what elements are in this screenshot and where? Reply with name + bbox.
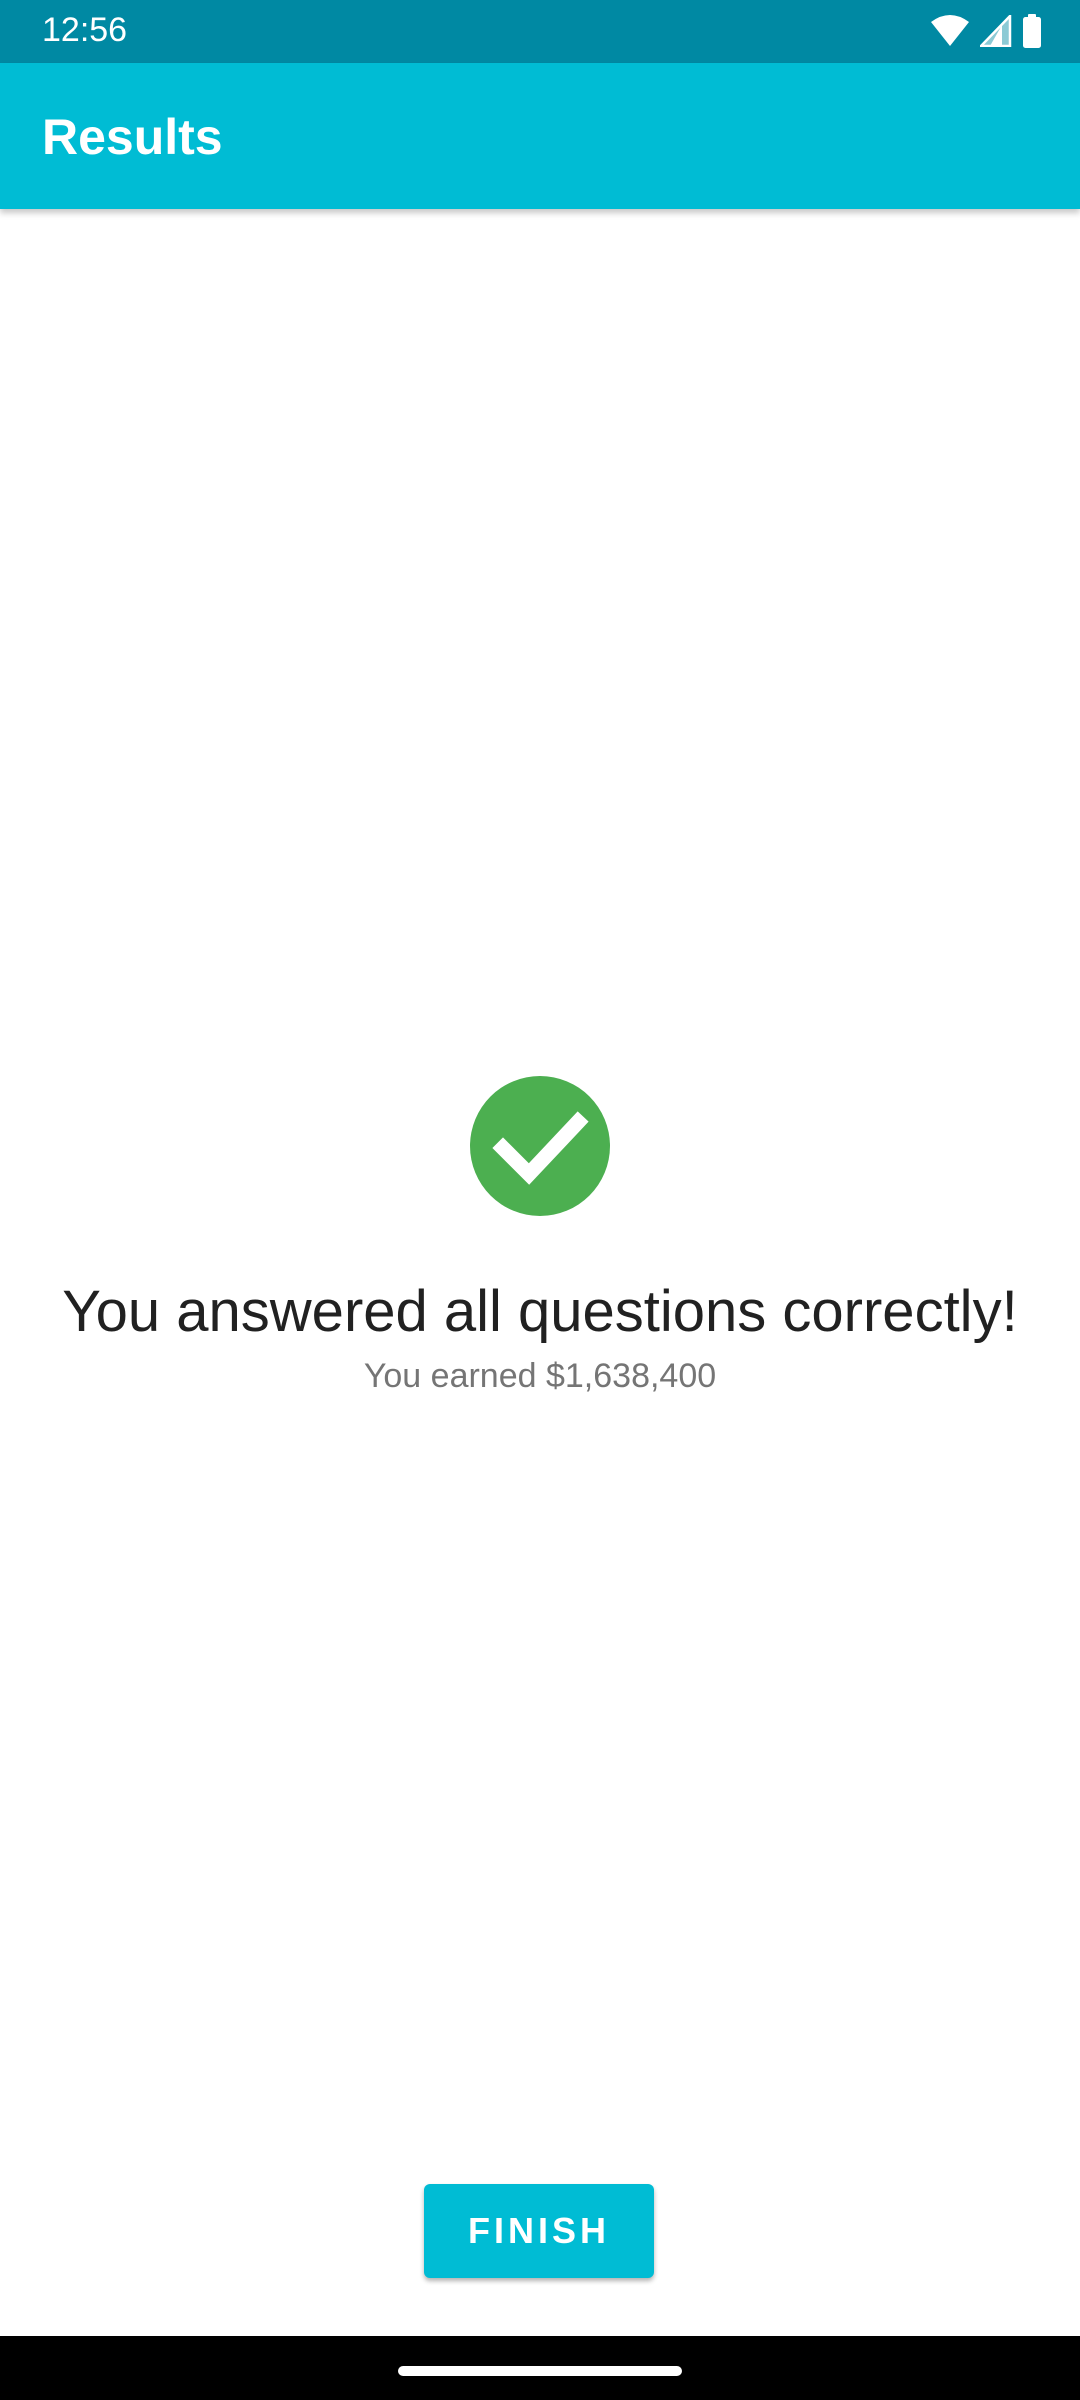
results-screen: 12:56 Results You answered all questions… <box>0 0 1080 2400</box>
app-bar: Results <box>0 63 1080 209</box>
cell-signal-icon <box>980 15 1012 47</box>
finish-button[interactable]: FINISH <box>424 2184 654 2278</box>
wifi-icon <box>930 14 970 48</box>
check-circle-icon <box>470 1076 610 1216</box>
status-bar: 12:56 <box>0 0 1080 63</box>
status-time: 12:56 <box>42 11 128 49</box>
status-icons <box>930 12 1042 50</box>
page-title: Results <box>42 109 223 165</box>
result-message: You answered all questions correctly! <box>62 1279 1018 1344</box>
navigation-bar <box>0 2336 1080 2400</box>
home-gesture-handle[interactable] <box>398 2366 682 2376</box>
earnings-text: You earned $1,638,400 <box>363 1357 717 1395</box>
battery-icon <box>1022 14 1042 48</box>
